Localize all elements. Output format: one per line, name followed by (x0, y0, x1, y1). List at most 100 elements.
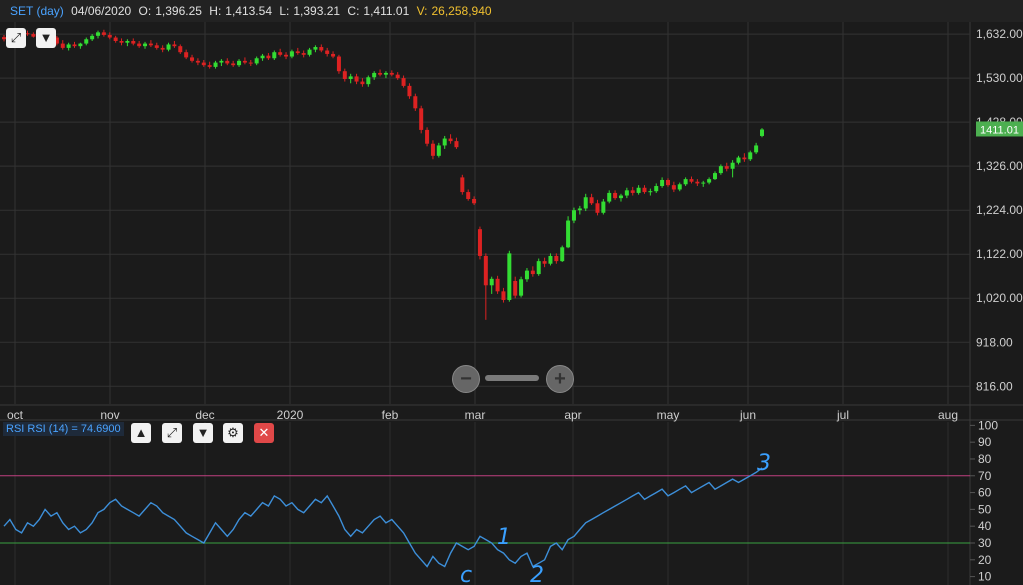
price-tick-label: 1,326.00 (976, 159, 1023, 173)
candle-body (331, 53, 336, 57)
volume-label: V: (416, 4, 428, 18)
candle-body (583, 197, 588, 209)
handwritten-notes: 12 3 c (460, 451, 771, 585)
candle-body (307, 49, 312, 55)
candle-body (495, 278, 500, 292)
candle-body (160, 47, 165, 50)
candle-body (354, 76, 359, 82)
candle-body (190, 57, 195, 61)
rsi-tick-label: 100 (978, 418, 998, 432)
candle-body (143, 43, 148, 47)
grid-lines (0, 22, 1023, 585)
annotation-label: 1 (497, 525, 511, 550)
arrow-down-icon[interactable]: ▼ (36, 28, 56, 48)
date-tick-label: nov (100, 408, 119, 422)
candle-body (624, 190, 629, 196)
candle-body (472, 198, 477, 204)
ohlc-header: SET (day) 04/06/2020 O: 1,396.25 H: 1,413.… (0, 0, 1023, 22)
price-tick-label: 1,224.00 (976, 203, 1023, 217)
candle-body (154, 45, 159, 48)
candle-body (712, 173, 717, 180)
candle-body (519, 279, 524, 296)
low-value: 1,393.21 (293, 4, 341, 18)
rsi-tick-label: 30 (978, 536, 992, 550)
rsi-panel (0, 467, 970, 568)
candle-body (360, 81, 365, 85)
rsi-tick-label: 50 (978, 502, 992, 516)
rsi-line (3, 467, 763, 568)
candle-body (242, 60, 247, 63)
rsi-tick-label: 90 (978, 435, 992, 449)
expand-icon[interactable]: ⤢ (162, 423, 182, 443)
candle-body (630, 190, 635, 193)
zoom-slider[interactable] (485, 375, 539, 381)
price-tick-label: 1,632.00 (976, 27, 1023, 41)
arrow-down-icon[interactable]: ▼ (193, 423, 213, 443)
candle-body (325, 50, 330, 54)
candle-body (248, 62, 253, 64)
low-label: L: (279, 4, 290, 18)
rsi-tick-label: 80 (978, 452, 992, 466)
price-tick-label: 1,020.00 (976, 291, 1023, 305)
chart-canvas[interactable]: 1,632.001,530.001,428.001,326.001,224.00… (0, 22, 1023, 585)
candle-body (137, 43, 142, 47)
candle-body (448, 138, 453, 142)
candle-body (677, 184, 682, 190)
candle-body (707, 179, 712, 183)
candle-body (536, 261, 541, 275)
candle-body (113, 37, 118, 41)
candle-body (477, 229, 482, 256)
candle-body (366, 77, 371, 85)
candle-body (72, 44, 77, 47)
candle-body (231, 63, 236, 66)
high-label: H: (209, 4, 222, 18)
candle-body (760, 129, 764, 136)
candle-body (577, 208, 582, 211)
annotation-label: 3 (757, 451, 771, 476)
last-price-value: 1411.01 (980, 124, 1019, 136)
candle-body (119, 40, 124, 43)
candle-body (84, 39, 89, 44)
candle-body (78, 43, 83, 47)
candle-body (636, 187, 641, 193)
gear-icon[interactable]: ⚙ (223, 423, 243, 443)
zoom-in-icon[interactable]: + (546, 365, 574, 393)
candle-body (671, 185, 676, 190)
candle-body (125, 40, 130, 43)
candle-body (254, 58, 259, 64)
rsi-tick-label: 10 (978, 570, 992, 584)
candle-body (618, 195, 623, 199)
candle-body (301, 53, 306, 55)
candle-body (689, 179, 694, 182)
date-tick-label: dec (195, 408, 214, 422)
candle-body (595, 203, 600, 213)
candle-body (489, 278, 494, 286)
candle-body (401, 78, 406, 86)
zoom-out-icon[interactable]: − (452, 365, 480, 393)
candle-body (336, 56, 341, 72)
candle-body (513, 280, 518, 296)
candle-body (31, 34, 36, 37)
candle-body (25, 33, 30, 35)
candle-body (266, 55, 271, 59)
arrow-up-icon[interactable]: ▲ (131, 423, 151, 443)
candle-body (66, 44, 71, 48)
candle-body (430, 143, 435, 156)
volume-value: 26,258,940 (431, 4, 492, 18)
close-icon[interactable]: ✕ (254, 423, 274, 443)
price-tick-label: 1,122.00 (976, 247, 1023, 261)
candle-body (166, 44, 171, 50)
candle-body (372, 72, 377, 78)
candle-body (566, 220, 571, 248)
close-value: 1,411.01 (363, 4, 410, 18)
candle-body (560, 247, 565, 262)
candle-body (225, 60, 230, 64)
candle-body (601, 201, 606, 213)
expand-icon[interactable]: ⤢ (6, 28, 26, 48)
candle-body (724, 166, 729, 169)
date-tick-label: 2020 (277, 408, 304, 422)
candle-body (213, 62, 218, 67)
candle-body (395, 74, 400, 79)
candle-body (548, 255, 553, 264)
candle-body (442, 138, 447, 146)
